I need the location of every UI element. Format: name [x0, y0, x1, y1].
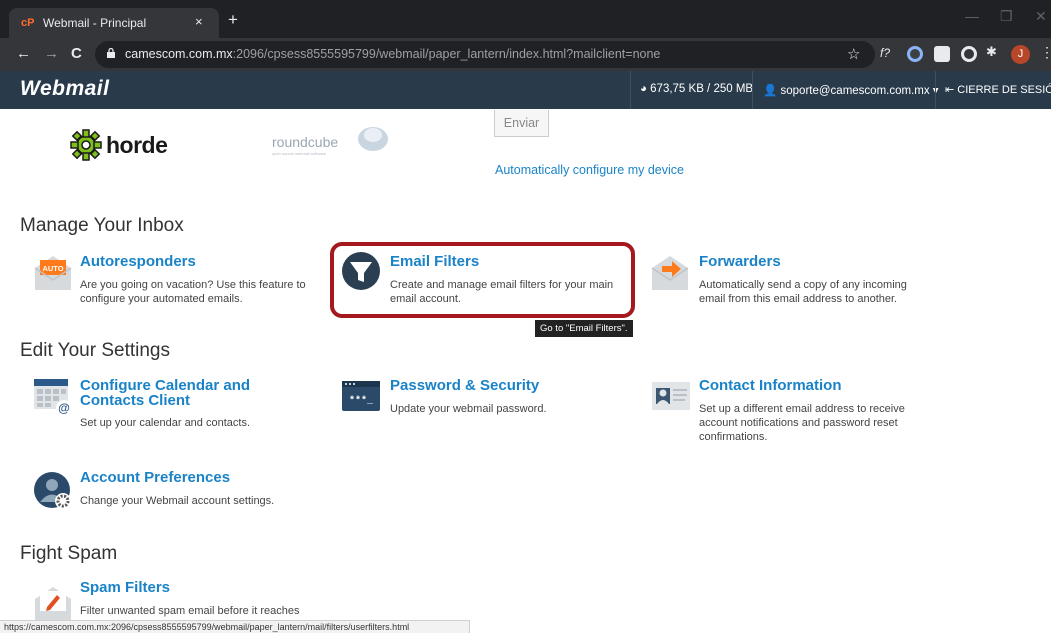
roundcube-label: roundcube [272, 134, 339, 150]
roundcube-cube-icon [358, 127, 388, 151]
contact-card-icon [652, 382, 690, 410]
address-bar[interactable]: camescom.com.mx:2096/cpsess8555595799/we… [95, 41, 875, 68]
svg-text:AUTO: AUTO [42, 264, 63, 273]
header-divider [630, 71, 631, 109]
auto-configure-link[interactable]: Automatically configure my device [495, 163, 684, 177]
calendar-icon: @ [34, 379, 72, 416]
contact-information-link[interactable]: Contact Information [699, 377, 842, 394]
account-preferences-icon [34, 472, 71, 509]
close-window-icon[interactable]: ✕ [1035, 8, 1047, 25]
pie-chart-icon: ◕ [640, 83, 651, 95]
bookmark-star-icon[interactable]: ☆ [847, 45, 860, 63]
forwarders-desc: Automatically send a copy of any incomin… [699, 279, 907, 305]
browser-menu-icon[interactable]: ⋮ [1040, 44, 1051, 61]
section-title-inbox: Manage Your Inbox [20, 215, 184, 236]
horde-label: horde [106, 132, 168, 158]
extension-formula-icon[interactable]: f? [880, 46, 896, 62]
autoresponders-link[interactable]: Autoresponders [80, 253, 196, 270]
tab-close-icon[interactable]: × [195, 14, 203, 29]
send-button[interactable]: Enviar [494, 110, 549, 137]
email-filters-tooltip: Go to "Email Filters". [535, 320, 633, 337]
logout-button[interactable]: ⇤ CIERRE DE SESIÓN [945, 83, 1051, 96]
browser-status-url: https://camescom.com.mx:2096/cpsess85555… [0, 620, 470, 633]
horde-gear-icon [70, 129, 102, 161]
svg-text:***_: ***_ [349, 395, 374, 407]
browser-toolbar: ← → C camescom.com.mx:2096/cpsess8555595… [0, 38, 1051, 71]
back-icon[interactable]: ← [16, 45, 31, 62]
forwarders-link[interactable]: Forwarders [699, 253, 781, 270]
new-tab-button[interactable]: + [228, 10, 238, 30]
configure-calendar-desc: Set up your calendar and contacts. [80, 417, 250, 429]
user-icon: 👤 [763, 85, 781, 97]
password-security-desc: Update your webmail password. [390, 403, 547, 415]
forward-icon[interactable]: → [44, 45, 59, 62]
extension-shield-icon[interactable] [907, 46, 923, 62]
configure-calendar-link-line2[interactable]: Contacts Client [80, 392, 190, 409]
lock-icon [107, 48, 115, 58]
disk-quota: ◕ 673,75 KB / 250 MB [640, 83, 754, 95]
autoresponders-desc: Are you going on vacation? Use this feat… [80, 279, 306, 305]
password-security-link[interactable]: Password & Security [390, 377, 539, 394]
user-menu[interactable]: 👤 soporte@camescom.com.mx ▾ [763, 83, 939, 97]
spam-filter-icon [35, 587, 71, 621]
browser-titlebar: cP Webmail - Principal × + — ❐ ✕ [0, 0, 1051, 38]
minimize-icon[interactable]: — [965, 8, 979, 24]
extensions-puzzle-icon[interactable]: ✱ [986, 44, 1002, 60]
header-divider [752, 71, 753, 109]
reload-icon[interactable]: C [71, 45, 82, 62]
main-content: horde roundcube open source webmail soft… [0, 109, 1051, 633]
url-text: camescom.com.mx:2096/cpsess8555595799/we… [125, 47, 661, 61]
spam-filters-desc: Filter unwanted spam email before it rea… [80, 605, 300, 617]
section-title-spam: Fight Spam [20, 543, 118, 564]
password-terminal-icon: ***_ [342, 381, 380, 411]
contact-information-desc: Set up a different email address to rece… [699, 403, 905, 443]
spam-filters-link[interactable]: Spam Filters [80, 579, 170, 596]
email-filters-highlight [330, 242, 635, 318]
logout-icon: ⇤ [945, 84, 958, 96]
webmail-logo[interactable]: Webmail [20, 77, 109, 101]
section-title-settings: Edit Your Settings [20, 340, 170, 361]
extension-circle-icon[interactable] [961, 46, 977, 62]
cpanel-favicon-icon: cP [21, 17, 35, 29]
webmail-header: Webmail ◕ 673,75 KB / 250 MB 👤 soporte@c… [0, 71, 1051, 109]
account-preferences-link[interactable]: Account Preferences [80, 469, 230, 486]
extension-box-icon[interactable] [934, 46, 950, 62]
profile-avatar[interactable]: J [1011, 45, 1030, 64]
tab-title: Webmail - Principal [43, 16, 147, 30]
forwarder-icon [651, 256, 689, 290]
browser-tab[interactable]: cP Webmail - Principal × [9, 8, 219, 38]
autoresponder-icon: AUTO [34, 256, 72, 290]
svg-text:@: @ [58, 401, 70, 415]
header-divider [935, 71, 936, 109]
roundcube-tagline: open source webmail software [272, 151, 327, 156]
restore-icon[interactable]: ❐ [1000, 8, 1013, 25]
account-preferences-desc: Change your Webmail account settings. [80, 495, 275, 507]
